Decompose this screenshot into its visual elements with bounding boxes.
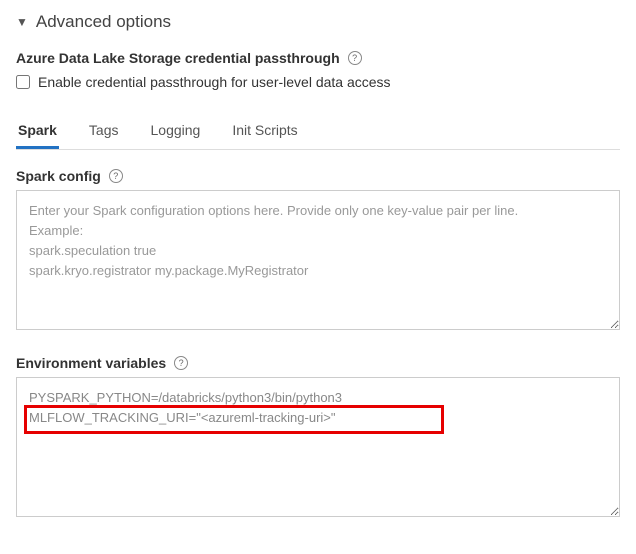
tab-label: Init Scripts	[232, 122, 297, 138]
env-vars-textarea[interactable]	[16, 377, 620, 517]
env-vars-label-row: Environment variables ?	[16, 355, 620, 371]
help-icon[interactable]: ?	[348, 51, 362, 65]
adls-heading: Azure Data Lake Storage credential passt…	[16, 50, 340, 66]
tab-tags[interactable]: Tags	[87, 114, 121, 149]
spark-config-label-row: Spark config ?	[16, 168, 620, 184]
tab-label: Spark	[18, 122, 57, 138]
credential-passthrough-label: Enable credential passthrough for user-l…	[38, 74, 391, 90]
help-icon[interactable]: ?	[174, 356, 188, 370]
adls-heading-row: Azure Data Lake Storage credential passt…	[16, 50, 620, 66]
env-vars-label: Environment variables	[16, 355, 166, 371]
credential-passthrough-checkbox[interactable]	[16, 75, 30, 89]
tab-logging[interactable]: Logging	[149, 114, 203, 149]
spark-config-label: Spark config	[16, 168, 101, 184]
spark-config-group: Spark config ?	[16, 168, 620, 333]
credential-passthrough-row[interactable]: Enable credential passthrough for user-l…	[16, 74, 620, 90]
spark-config-textarea[interactable]	[16, 190, 620, 330]
help-icon[interactable]: ?	[109, 169, 123, 183]
section-title: Advanced options	[36, 12, 171, 32]
tab-init-scripts[interactable]: Init Scripts	[230, 114, 299, 149]
tab-bar: Spark Tags Logging Init Scripts	[16, 114, 620, 150]
tab-label: Logging	[151, 122, 201, 138]
caret-down-icon: ▼	[16, 15, 28, 29]
advanced-options-toggle[interactable]: ▼ Advanced options	[16, 12, 620, 32]
tab-spark[interactable]: Spark	[16, 114, 59, 149]
env-vars-wrap	[16, 377, 620, 520]
env-vars-group: Environment variables ?	[16, 355, 620, 520]
tab-label: Tags	[89, 122, 119, 138]
